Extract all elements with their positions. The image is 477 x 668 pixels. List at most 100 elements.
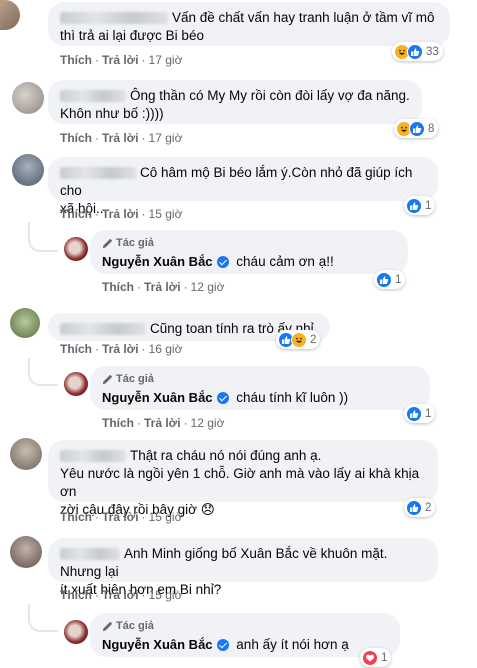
comment-bubble: Vấn đề chất vấn hay tranh luận ở tầm vĩ …	[48, 2, 450, 46]
commenter-name-blurred[interactable]	[60, 548, 120, 561]
verified-badge-icon	[216, 392, 229, 404]
comment-time[interactable]: 17 giờ	[149, 53, 183, 67]
like-icon	[406, 405, 422, 422]
comment-actions: Thích · Trả lời · 17 giờ	[60, 53, 183, 67]
like-link[interactable]: Thích	[60, 207, 92, 221]
avatar[interactable]	[10, 536, 42, 568]
haha-icon	[291, 331, 307, 348]
commenter-name-blurred[interactable]	[60, 450, 126, 463]
reaction-summary[interactable]: 1	[404, 404, 436, 423]
reply-bubble: Tác giả Nguyễn Xuân Bắc cháu tính kĩ luô…	[90, 366, 430, 410]
comment-text-line2: thì trả ai lại được Bi béo	[60, 28, 204, 43]
comment-text-line1: Thật ra cháu nó nói đúng anh ạ.	[130, 448, 322, 463]
reaction-summary[interactable]: 1	[374, 270, 406, 289]
reaction-summary[interactable]: 33	[392, 42, 443, 61]
comment-text-line2: Yêu nước là ngồi yên 1 chỗ. Giờ anh mà v…	[60, 466, 420, 499]
reaction-count: 1	[425, 407, 432, 420]
reply-link[interactable]: Trả lời	[102, 131, 139, 145]
comment-actions: Thích · Trả lời · 15 giờ	[60, 588, 183, 602]
author-tag: Tác giả	[102, 617, 388, 635]
reaction-count: 2	[425, 501, 432, 514]
comment-time[interactable]: 15 giờ	[149, 510, 183, 524]
author-name[interactable]: Nguyễn Xuân Bắc	[102, 253, 229, 271]
like-link[interactable]: Thích	[60, 53, 92, 67]
reaction-count: 1	[381, 651, 388, 664]
like-link[interactable]: Thích	[102, 280, 134, 294]
author-tag: Tác giả	[102, 234, 396, 252]
reaction-summary[interactable]: 2	[276, 330, 321, 349]
like-icon	[406, 197, 422, 214]
comment-bubble: Cô hâm mộ Bi béo lắm ý.Còn nhỏ đã giúp í…	[48, 157, 438, 216]
commenter-name-blurred[interactable]	[60, 12, 168, 25]
reply-link[interactable]: Trả lời	[102, 510, 139, 524]
reaction-summary[interactable]: 1	[360, 648, 392, 667]
comment-time[interactable]: 15 giờ	[149, 207, 183, 221]
thread-line	[28, 222, 58, 252]
avatar[interactable]	[12, 82, 44, 114]
reply-link[interactable]: Trả lời	[144, 416, 181, 430]
comment-time[interactable]: 17 giờ	[149, 131, 183, 145]
comment-bubble: Ông thần có My My rồi còn đòi lấy vợ đa …	[48, 80, 422, 124]
avatar[interactable]	[0, 0, 20, 30]
comment-actions: Thích · Trả lời · 16 giờ	[60, 342, 183, 356]
like-link[interactable]: Thích	[60, 588, 92, 602]
author-avatar[interactable]	[64, 237, 88, 261]
reply-bubble: Tác giả Nguyễn Xuân Bắc anh ấy ít nói hơ…	[90, 613, 400, 657]
comment-text-line1: Vấn đề chất vấn hay tranh luận ở tầm vĩ …	[172, 10, 435, 25]
comment-time[interactable]: 16 giờ	[149, 342, 183, 356]
thread-line	[28, 358, 58, 386]
reaction-count: 1	[425, 199, 432, 212]
reply-actions: Thích · Trả lời · 12 giờ	[102, 280, 225, 294]
author-name[interactable]: Nguyễn Xuân Bắc	[102, 636, 229, 654]
heart-icon	[362, 649, 378, 666]
author-tag: Tác giả	[102, 370, 418, 388]
reaction-summary[interactable]: 8	[394, 119, 439, 138]
comment-text-line1: Ông thần có My My rồi còn đòi lấy vợ đa …	[130, 88, 410, 103]
pencil-icon	[102, 238, 112, 248]
pencil-icon	[102, 621, 112, 631]
comment-actions: Thích · Trả lời · 15 giờ	[60, 510, 183, 524]
reply-bubble: Tác giả Nguyễn Xuân Bắc cháu cảm ơn ạ!!	[90, 230, 408, 274]
comment-time[interactable]: 15 giờ	[149, 588, 183, 602]
reply-link[interactable]: Trả lời	[102, 207, 139, 221]
like-link[interactable]: Thích	[60, 131, 92, 145]
comment-actions: Thích · Trả lời · 17 giờ	[60, 131, 183, 145]
avatar[interactable]	[10, 308, 40, 338]
reply-link[interactable]: Trả lời	[102, 53, 139, 67]
author-avatar[interactable]	[64, 372, 88, 396]
pencil-icon	[102, 374, 112, 384]
like-icon	[376, 271, 392, 288]
like-icon	[409, 120, 425, 137]
commenter-name-blurred[interactable]	[60, 323, 146, 336]
commenter-name-blurred[interactable]	[60, 90, 126, 103]
reply-link[interactable]: Trả lời	[102, 588, 139, 602]
reply-time[interactable]: 12 giờ	[191, 280, 225, 294]
like-link[interactable]: Thích	[102, 416, 134, 430]
verified-badge-icon	[216, 256, 229, 268]
reaction-summary[interactable]: 2	[404, 498, 436, 517]
comment-bubble: Thật ra cháu nó nói đúng anh ạ. Yêu nước…	[48, 440, 438, 517]
reply-link[interactable]: Trả lời	[102, 342, 139, 356]
avatar[interactable]	[12, 154, 44, 186]
reply-time[interactable]: 12 giờ	[191, 416, 225, 430]
verified-badge-icon	[216, 639, 229, 651]
reply-text: cháu tính kĩ luôn ))	[236, 390, 349, 405]
like-icon	[406, 499, 422, 516]
reaction-summary[interactable]: 1	[404, 196, 436, 215]
author-name[interactable]: Nguyễn Xuân Bắc	[102, 389, 229, 407]
reply-text: cháu cảm ơn ạ!!	[236, 254, 334, 269]
comment-text-line2: Khôn như bố :))))	[60, 106, 164, 121]
author-avatar[interactable]	[64, 620, 88, 644]
like-link[interactable]: Thích	[60, 342, 92, 356]
thread-line	[28, 604, 58, 632]
commenter-name-blurred[interactable]	[60, 167, 136, 180]
like-icon	[407, 43, 423, 60]
reply-text: anh ấy ít nói hơn ạ	[236, 637, 349, 652]
reply-link[interactable]: Trả lời	[144, 280, 181, 294]
reaction-count: 33	[426, 45, 439, 58]
avatar[interactable]	[10, 438, 42, 470]
comment-bubble: Anh Minh giống bố Xuân Bắc về khuôn mặt.…	[48, 538, 438, 597]
comment-actions: Thích · Trả lời · 15 giờ	[60, 207, 183, 221]
like-link[interactable]: Thích	[60, 510, 92, 524]
reaction-count: 8	[428, 122, 435, 135]
